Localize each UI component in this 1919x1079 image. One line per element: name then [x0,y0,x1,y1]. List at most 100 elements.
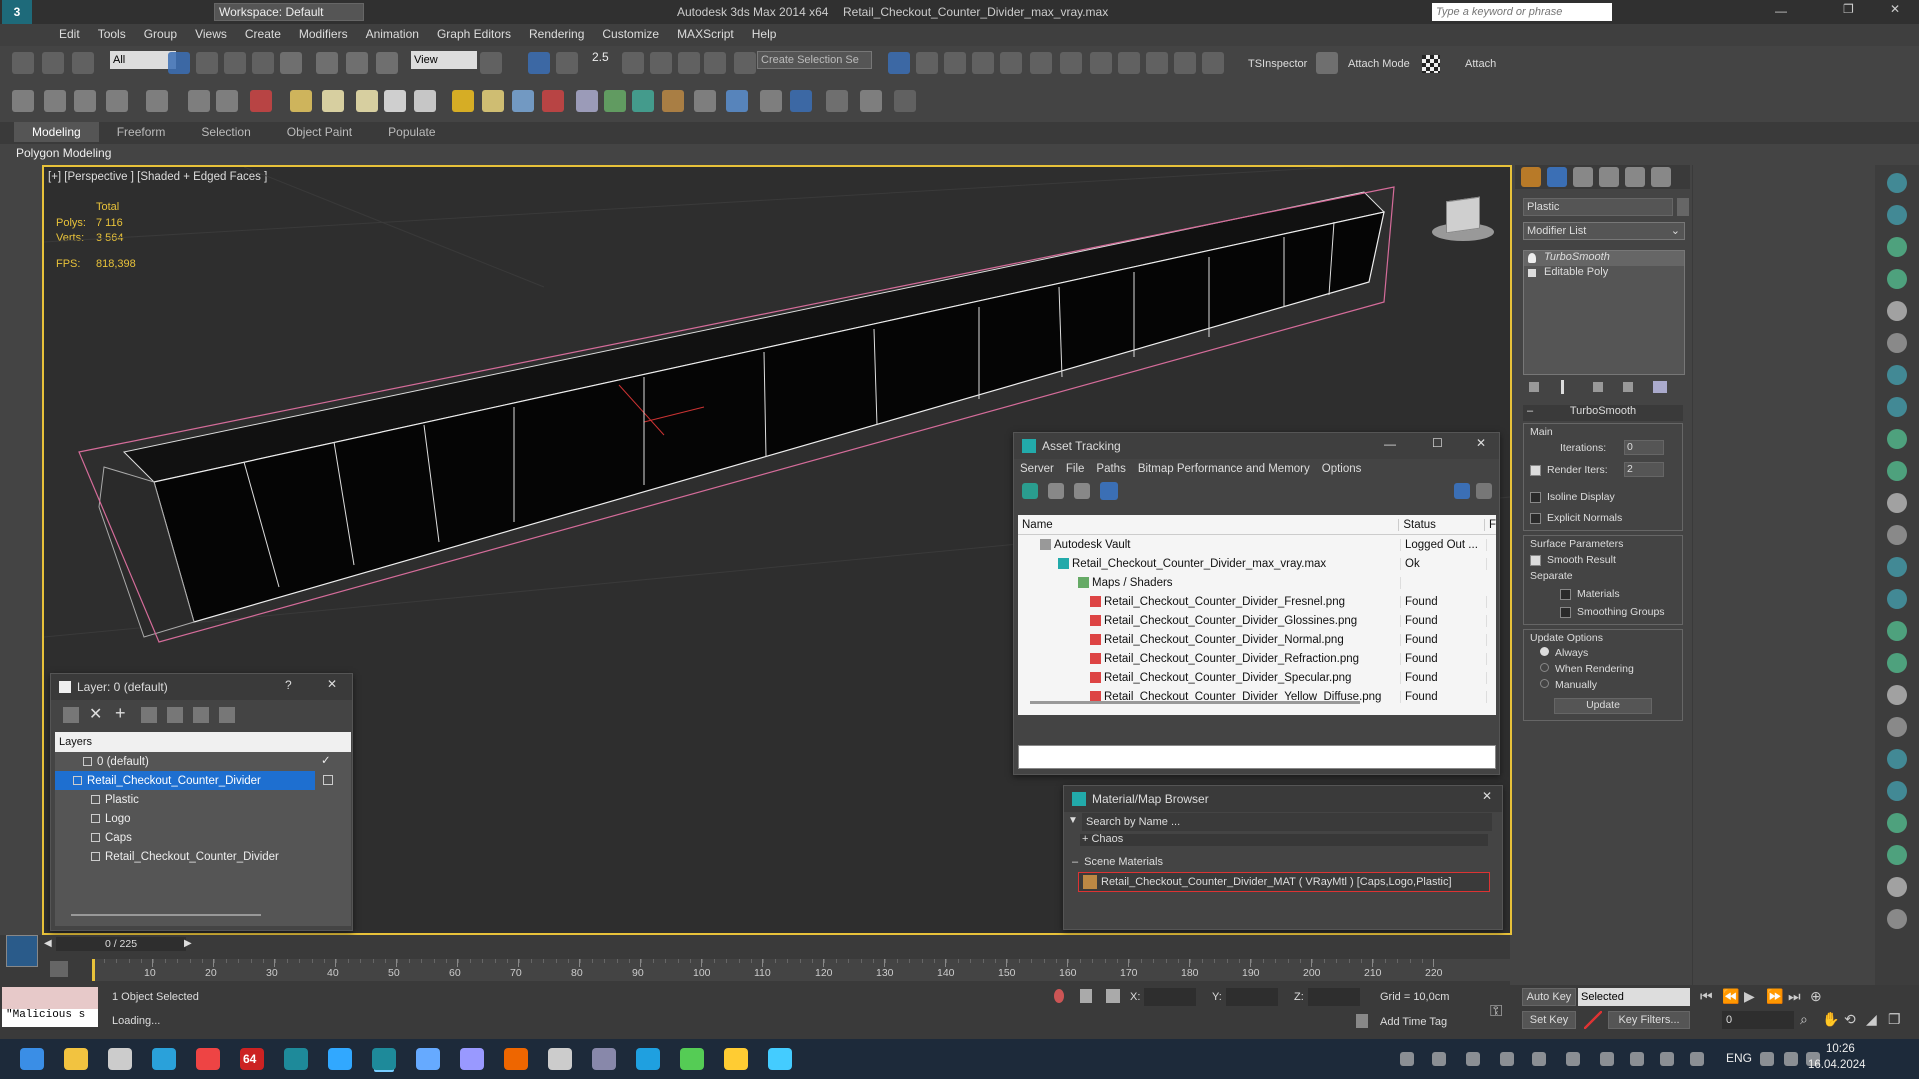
max-toggle-icon[interactable]: ❐ [1888,1011,1901,1028]
camera-icon[interactable] [768,1048,792,1070]
align-icon[interactable] [734,52,756,74]
scene-materials-group[interactable]: – Scene Materials [1064,856,1502,868]
help-icon[interactable]: ? [285,678,292,692]
menu-group[interactable]: Group [135,24,186,44]
sphere-material-icon[interactable] [726,90,748,112]
pan-icon[interactable]: ✋ [1822,1011,1839,1028]
menu-rendering[interactable]: Rendering [520,24,593,44]
select-in-layer-icon[interactable] [141,707,157,723]
minimize-icon[interactable]: — [1775,4,1787,18]
layers-header[interactable]: Layers [55,732,351,752]
iterations-spinner[interactable]: 0 [1624,440,1664,455]
task-view-icon[interactable] [108,1048,132,1070]
auto-key-button[interactable]: Auto Key [1522,988,1576,1006]
absolute-mode-icon[interactable] [1106,989,1120,1003]
refcoord-dropdown[interactable]: View [411,51,477,69]
render-iters-spinner[interactable]: 2 [1624,462,1664,477]
go-end-icon[interactable]: ⏭ [1788,988,1801,1005]
start-icon[interactable] [20,1048,44,1070]
language-indicator[interactable]: ENG [1726,1051,1752,1065]
photoshop-icon[interactable] [328,1048,352,1070]
when-rendering-radio[interactable] [1540,663,1549,672]
render-icon[interactable] [1090,52,1112,74]
sun-icon[interactable] [452,90,474,112]
configure-sets-icon[interactable] [1653,381,1667,393]
light-list-icon[interactable] [188,90,210,112]
layer-object-row[interactable]: Logo [55,809,351,828]
edge-icon[interactable] [636,1048,660,1070]
after-effects-icon[interactable] [460,1048,484,1070]
at-menu-file[interactable]: File [1066,463,1085,475]
lock-icon[interactable] [1080,989,1092,1003]
h-scrollbar[interactable] [1030,701,1360,704]
track-bar[interactable]: 10 20 30 40 50 60 70 80 90 100 110 120 130 140 150 160 1… [92,959,1512,981]
maxscript-listener[interactable] [2,987,98,1009]
edit-named-icon[interactable] [678,52,700,74]
mesh-icon[interactable] [604,90,626,112]
close-icon[interactable]: ✕ [1482,789,1492,803]
viewcube-icon[interactable] [1424,195,1494,245]
new-layer-icon[interactable] [63,707,79,723]
clone-icon[interactable] [74,90,96,112]
select-name-icon[interactable] [196,52,218,74]
menu-animation[interactable]: Animation [357,24,428,44]
show-end-result-icon[interactable] [1561,380,1564,394]
isoline-checkbox[interactable] [1530,491,1541,503]
motion-tab-icon[interactable] [1599,167,1619,187]
cloth-icon[interactable] [694,90,716,112]
bluetooth-icon[interactable] [1690,1052,1704,1066]
sphere-light-icon[interactable] [482,90,504,112]
tool-11-icon[interactable] [1887,493,1907,513]
gizmo-icon[interactable] [216,90,238,112]
particle-icon[interactable] [512,90,534,112]
help-icon[interactable] [860,90,882,112]
snap-icon[interactable] [528,52,550,74]
close-icon[interactable]: ✕ [1476,436,1486,450]
tool-20-icon[interactable] [1887,781,1907,801]
key-icon[interactable]: ⚿ [1490,1003,1502,1021]
app-spiral-icon[interactable] [548,1048,572,1070]
layer-icon[interactable] [888,52,910,74]
minimize-icon[interactable]: — [1384,437,1396,451]
asset-row[interactable]: Retail_Checkout_Counter_Divider_Specular… [1018,668,1496,687]
play-icon[interactable]: ▶ [1744,988,1755,1005]
clock-date[interactable]: 16.04.2024 [1808,1059,1866,1071]
display-tab-icon[interactable] [1625,167,1645,187]
manually-radio[interactable] [1540,679,1549,688]
mini-curve-editor-icon[interactable] [50,961,68,977]
update-button[interactable]: Update [1554,698,1652,714]
explicit-normals-checkbox[interactable] [1530,512,1541,524]
object-name-field[interactable]: Plastic [1523,198,1673,216]
ribbon-tab-freeform[interactable]: Freeform [99,122,184,142]
snap-value[interactable]: 2.5 [592,50,609,64]
attach-button[interactable]: Attach [1465,58,1496,70]
make-unique-icon[interactable] [1593,382,1603,392]
move-icon[interactable] [280,52,302,74]
modifier-list-dropdown[interactable]: Modifier List ⌄ [1523,222,1685,240]
workspace-dropdown[interactable]: Workspace: Default [214,3,364,21]
material-entry[interactable]: Retail_Checkout_Counter_Divider_MAT ( VR… [1078,872,1490,892]
selected-dropdown[interactable]: Selected [1578,988,1690,1006]
app-logo-icon[interactable]: 3 [2,0,32,24]
isolate-icon[interactable] [1054,989,1064,1003]
cylinder-icon[interactable] [356,90,378,112]
notepad-icon[interactable] [416,1048,440,1070]
tool-24-icon[interactable] [1887,909,1907,929]
attach-mode-icon[interactable] [1316,52,1338,74]
maxscript-mini-listener[interactable]: "Malicious s [2,1009,98,1027]
network-app-icon[interactable] [1500,1052,1514,1066]
modify-tab-icon[interactable] [1547,167,1567,187]
attach-mode-button[interactable]: Attach Mode [1348,58,1410,70]
bulb-icon[interactable] [1528,253,1536,263]
vray-icon[interactable] [680,1048,704,1070]
menu-modifiers[interactable]: Modifiers [290,24,357,44]
y-coordinate-field[interactable] [1226,988,1278,1006]
cone-icon[interactable] [414,90,436,112]
bone-icon[interactable] [576,90,598,112]
render-setup-icon[interactable] [1030,52,1052,74]
render-iter-icon[interactable] [1118,52,1140,74]
render-elem-icon[interactable] [790,90,812,112]
orbit-icon[interactable]: ⟲ [1844,1011,1856,1028]
ribbon-tab-modeling[interactable]: Modeling [14,122,99,142]
gear-icon[interactable] [894,90,916,112]
